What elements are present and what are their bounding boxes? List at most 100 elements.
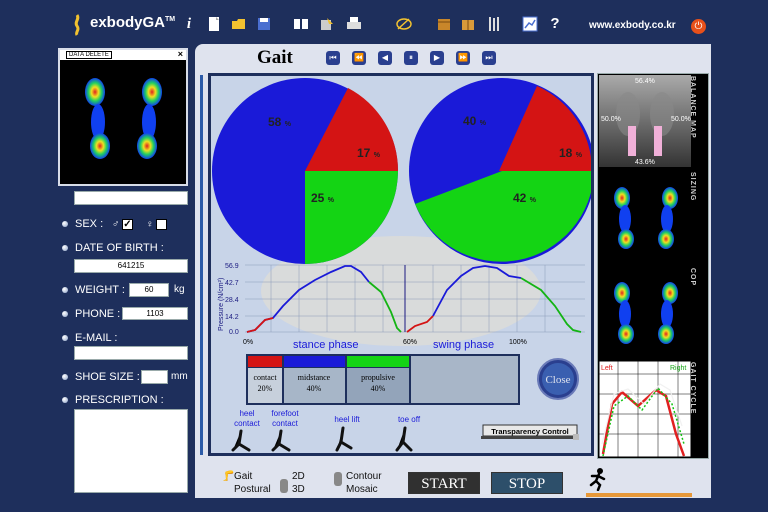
balance-map-tab[interactable]: BALANCE MAP	[689, 76, 696, 139]
play-icon[interactable]: ▶	[430, 51, 444, 65]
phase-name: contact	[253, 373, 277, 382]
mosaic-mode-label[interactable]: Mosaic	[346, 484, 378, 495]
stop-button[interactable]: STOP	[491, 472, 563, 494]
phone-label: PHONE :	[75, 308, 121, 320]
weight-field[interactable]: 60	[129, 283, 169, 297]
sex-label: SEX :	[75, 218, 104, 230]
close-button-label[interactable]: Close	[545, 374, 570, 386]
website-link[interactable]: www.exbody.co.kr	[589, 20, 676, 31]
export-icon[interactable]	[319, 16, 335, 32]
pause-icon[interactable]: ⏸	[404, 51, 418, 65]
dimension-toggle-icon[interactable]	[280, 479, 288, 493]
info-icon[interactable]: i	[181, 16, 197, 32]
transparency-control-label[interactable]: Transparency Control	[491, 427, 569, 436]
cop-map	[599, 265, 691, 357]
y-axis-label: Pressure (N/cm²)	[218, 278, 225, 331]
cop-foot-right-mid	[661, 300, 673, 328]
sizing-foot-right-mid	[661, 205, 673, 233]
scroll-bar[interactable]	[200, 75, 203, 455]
document-icon[interactable]	[206, 16, 222, 32]
compare-icon[interactable]	[293, 16, 309, 32]
power-icon[interactable]: ⏻	[691, 19, 706, 34]
cop-foot-right-front	[662, 282, 678, 304]
dob-label: DATE OF BIRTH :	[75, 242, 164, 254]
y-tick: 28.4	[225, 297, 239, 304]
last-icon[interactable]: ⏭	[482, 51, 496, 65]
name-field[interactable]	[74, 191, 188, 205]
postural-mode-label[interactable]: Postural	[234, 484, 271, 495]
event-forefoot-contact: contact	[272, 419, 299, 428]
tools-icon[interactable]	[486, 16, 502, 32]
phase-pct: 40%	[307, 384, 322, 393]
leg-icon	[231, 429, 251, 452]
bullet-icon	[62, 287, 68, 293]
gait-cycle-tab[interactable]: GAIT CYCLE	[689, 362, 696, 414]
data-delete-label[interactable]: DATA DELETE	[66, 51, 112, 59]
gait-analysis-svg: 58 % 17 % 25 % 40 % 18 % 42 % Pressure (…	[212, 78, 591, 452]
x-tick: 100%	[509, 339, 527, 346]
y-tick: 14.2	[225, 314, 239, 321]
bullet-icon	[62, 335, 68, 341]
close-icon[interactable]: ×	[178, 49, 183, 59]
box-icon[interactable]	[436, 16, 452, 32]
phone-field[interactable]: 1103	[122, 307, 188, 320]
dob-field[interactable]: 641215	[74, 259, 188, 273]
propulsive-color-bar	[347, 356, 409, 367]
shoe-size-label: SHOE SIZE :	[75, 371, 140, 383]
gait-mode-label[interactable]: Gait	[234, 471, 252, 482]
event-toe-off: toe off	[398, 415, 421, 424]
male-checkbox[interactable]: ✓	[122, 219, 133, 230]
cop-tab[interactable]: COP	[689, 268, 696, 286]
swing-phase-label: swing phase	[433, 339, 494, 351]
female-checkbox[interactable]	[156, 219, 167, 230]
swing-box	[411, 356, 518, 403]
y-tick: 0.0	[229, 329, 239, 336]
bullet-icon	[62, 245, 68, 251]
y-ticks: 56.9 42.7 28.4 14.2 0.0	[225, 263, 239, 336]
stance-phase-label: stance phase	[293, 339, 358, 351]
view-toggle-icon[interactable]	[334, 472, 342, 486]
app-logo-icon	[72, 14, 82, 36]
walking-leg-icons	[231, 426, 413, 452]
start-button[interactable]: START	[408, 472, 480, 494]
3d-mode-label[interactable]: 3D	[292, 484, 305, 495]
sizing-tab[interactable]: SIZING	[689, 172, 696, 201]
gait-toggle-icon[interactable]: 🦵	[222, 471, 234, 482]
female-symbol: ♀	[146, 219, 154, 230]
package-icon[interactable]	[460, 16, 476, 32]
gait-events: heel contact forefoot contact heel lift …	[234, 409, 421, 428]
event-heel-lift: heel lift	[334, 415, 360, 424]
prescription-field[interactable]	[74, 409, 188, 493]
chart-icon[interactable]	[522, 16, 538, 32]
sizing-foot-left-mid	[619, 205, 631, 233]
y-tick: 56.9	[225, 263, 239, 270]
page-title: Gait	[257, 47, 293, 68]
transparency-slider-track[interactable]	[481, 436, 579, 439]
email-label: E-MAIL :	[75, 332, 118, 344]
print-icon[interactable]	[346, 16, 362, 32]
balance-bottom-value: 43.6%	[635, 159, 655, 166]
contour-mode-label[interactable]: Contour	[346, 471, 382, 482]
first-icon[interactable]: ⏮	[326, 51, 340, 65]
step-back-icon[interactable]: ◀	[378, 51, 392, 65]
y-tick: 42.7	[225, 280, 239, 287]
email-field[interactable]	[74, 346, 188, 360]
transparency-slider-handle[interactable]	[573, 434, 579, 440]
runner-icon	[586, 467, 610, 492]
help-icon[interactable]: ?	[547, 16, 563, 32]
folder-icon[interactable]	[231, 16, 247, 32]
leg-icon	[335, 426, 353, 452]
x-tick: 0%	[243, 339, 253, 346]
signature-icon[interactable]	[395, 16, 412, 32]
x-tick: 60%	[403, 339, 417, 346]
pressure-curve-red-1	[246, 317, 274, 333]
event-heel-contact: contact	[234, 419, 261, 428]
leg-icon	[271, 429, 291, 452]
save-icon[interactable]	[256, 16, 272, 32]
2d-mode-label[interactable]: 2D	[292, 471, 305, 482]
phase-pct: 40%	[371, 384, 386, 393]
shoe-size-field[interactable]	[141, 370, 168, 384]
forward-icon[interactable]: ⏩	[456, 51, 470, 65]
cop-foot-left-heel	[618, 324, 634, 344]
rewind-icon[interactable]: ⏪	[352, 51, 366, 65]
